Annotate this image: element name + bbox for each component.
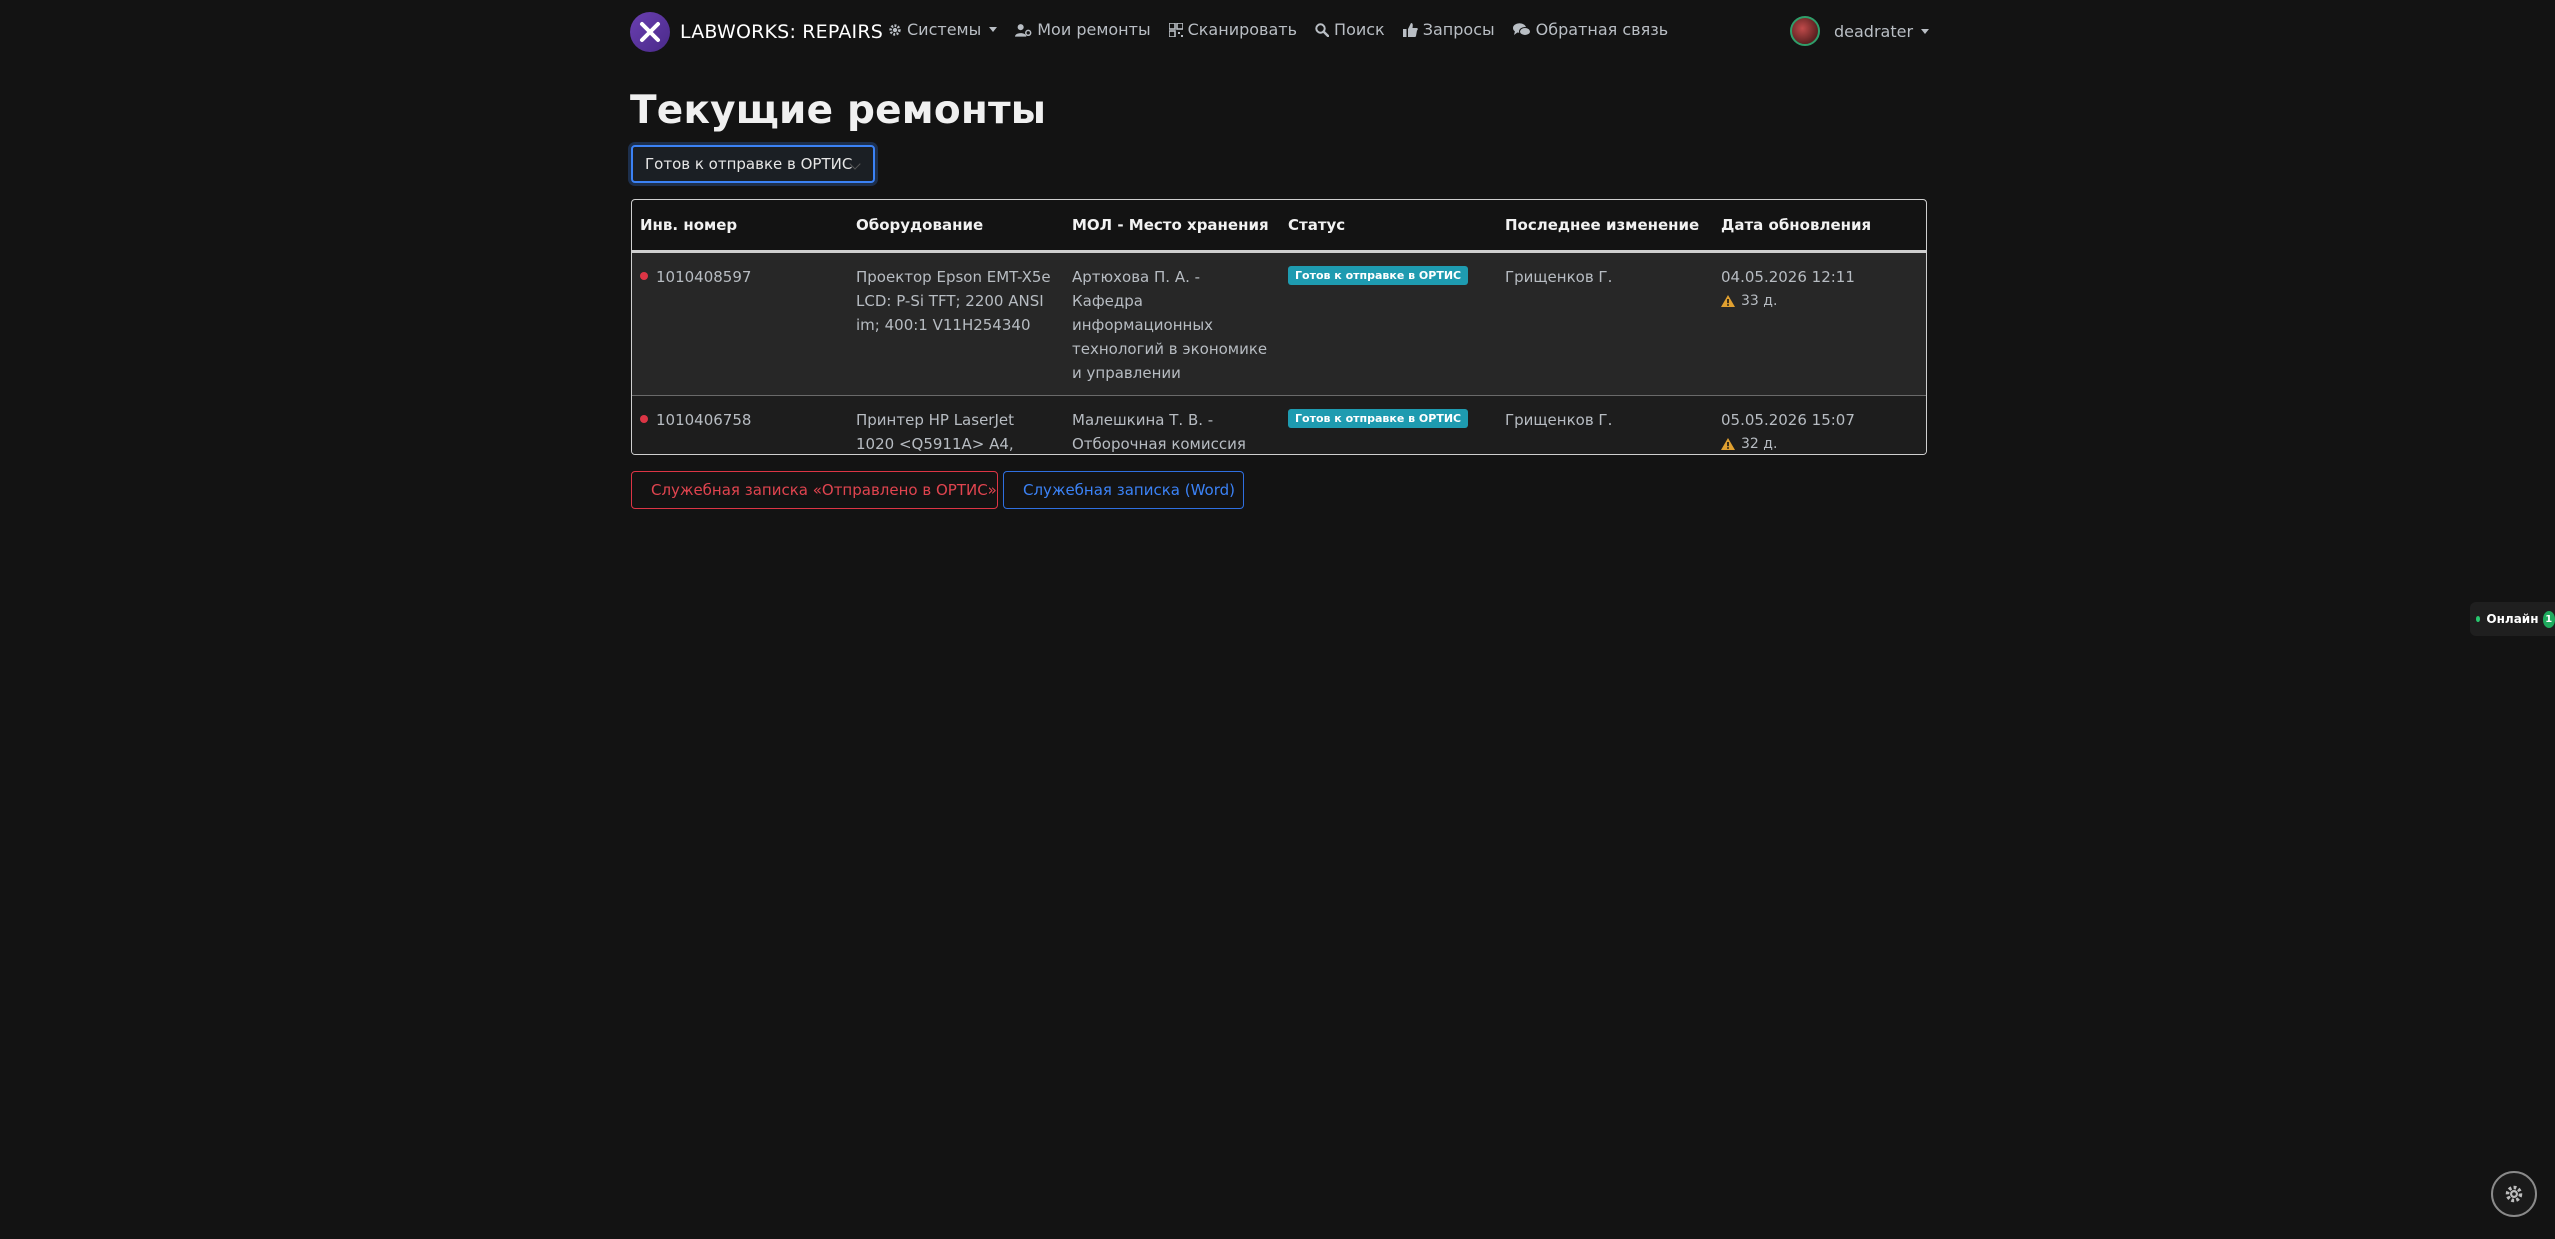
column-header-date[interactable]: Дата обновления: [1713, 200, 1926, 253]
table-header-row: Инв. номер Оборудование МОЛ - Место хран…: [632, 200, 1926, 253]
chevron-down-icon: [1921, 28, 1930, 34]
user-gear-icon: [1015, 23, 1032, 37]
page-title: Текущие ремонты: [630, 88, 1047, 133]
nav-item-scan[interactable]: Сканировать: [1168, 20, 1298, 39]
online-users-widget[interactable]: Онлайн 1: [2470, 602, 2555, 636]
username: deadrater: [1834, 21, 1914, 41]
cell-date: 04.05.2026 12:11 33 д.: [1713, 251, 1926, 396]
navbar: LABWORKS: REPAIRS Системы Мои ремонты Ск…: [630, 0, 1930, 64]
cell-changed-by: Грищенков Г.: [1497, 251, 1713, 396]
thumbs-up-icon: [1402, 22, 1418, 37]
inv-number[interactable]: 1010408597: [656, 268, 751, 286]
comments-icon: [1512, 22, 1531, 36]
nav-item-label: Мои ремонты: [1037, 20, 1151, 39]
gear-icon: [2505, 1185, 2523, 1203]
updated-date: 04.05.2026 12:11: [1721, 268, 1855, 286]
cell-inv: 1010408597: [632, 251, 848, 396]
nav-item-systems[interactable]: Системы: [888, 20, 998, 39]
user-menu[interactable]: deadrater: [1790, 16, 1930, 46]
qrcode-icon: [1168, 22, 1183, 37]
column-header-changed-by[interactable]: Последнее изменение: [1497, 200, 1713, 253]
cell-equipment: Принтер HP LaserJet 1020 <Q5911A> A4, 60…: [848, 395, 1064, 454]
status-filter-value: Готов к отправке в ОРТИС: [645, 155, 853, 173]
inv-number[interactable]: 1010406758: [656, 411, 751, 429]
memo-word-button[interactable]: Служебная записка (Word): [1003, 471, 1244, 509]
settings-button[interactable]: [2491, 1171, 2537, 1217]
chevron-down-icon: [989, 27, 998, 32]
online-count-badge: 1: [2542, 610, 2555, 628]
warning-icon: [1721, 438, 1735, 450]
column-header-inv[interactable]: Инв. номер: [632, 200, 848, 253]
cell-inv: 1010406758: [632, 395, 848, 454]
cell-status: Готов к отправке в ОРТИС: [1280, 251, 1497, 396]
cell-mol: Артюхова П. А. - Кафедра информационных …: [1064, 251, 1280, 396]
nav-item-label: Запросы: [1422, 20, 1495, 39]
nav-item-label: Обратная связь: [1535, 20, 1669, 39]
avatar: [1790, 16, 1820, 46]
updated-date: 05.05.2026 15:07: [1721, 411, 1855, 429]
table-row[interactable]: 1010408597 Проектор Epson EMT-X5e LCD: P…: [632, 251, 1926, 396]
nav-item-feedback[interactable]: Обратная связь: [1512, 20, 1669, 39]
memo-pdf-button[interactable]: Служебная записка «Отправлено в ОРТИС»: [631, 471, 998, 509]
gear-icon: [889, 23, 901, 36]
age-warning: 33 д.: [1721, 289, 1918, 313]
online-status-icon: [2476, 616, 2481, 622]
status-badge: Готов к отправке в ОРТИС: [1288, 266, 1469, 285]
app-title: LABWORKS: REPAIRS: [680, 21, 883, 43]
status-badge: Готов к отправке в ОРТИС: [1288, 409, 1469, 428]
cell-equipment: Проектор Epson EMT-X5e LCD: P-Si TFT; 22…: [848, 251, 1064, 396]
nav-item-label: Системы: [907, 20, 982, 39]
nav-item-requests[interactable]: Запросы: [1402, 20, 1495, 39]
warning-icon: [1721, 295, 1735, 307]
repairs-table: Инв. номер Оборудование МОЛ - Место хран…: [631, 199, 1927, 455]
age-text: 32 д.: [1741, 436, 1778, 452]
nav-item-my-repairs[interactable]: Мои ремонты: [1015, 20, 1151, 39]
age-text: 33 д.: [1741, 293, 1778, 309]
memo-pdf-label: Служебная записка «Отправлено в ОРТИС»: [651, 481, 997, 499]
cell-mol: Малешкина Т. В. - Отборочная комиссия: [1064, 395, 1280, 454]
app-logo-icon: [630, 12, 670, 52]
column-header-mol[interactable]: МОЛ - Место хранения: [1064, 200, 1280, 253]
cell-changed-by: Грищенков Г.: [1497, 395, 1713, 454]
cell-status: Готов к отправке в ОРТИС: [1280, 395, 1497, 454]
age-warning: 32 д.: [1721, 432, 1918, 454]
status-dot-icon: [640, 415, 648, 423]
status-filter-select[interactable]: Готов к отправке в ОРТИС: [631, 145, 875, 183]
nav-item-label: Сканировать: [1187, 20, 1298, 39]
nav-item-search[interactable]: Поиск: [1315, 20, 1385, 39]
nav-links: Системы Мои ремонты Сканировать Поиск За…: [888, 20, 1686, 39]
table-row[interactable]: 1010406758 Принтер HP LaserJet 1020 <Q59…: [632, 395, 1926, 454]
search-icon: [1315, 22, 1330, 37]
memo-word-label: Служебная записка (Word): [1023, 481, 1235, 499]
brand-link[interactable]: LABWORKS: REPAIRS: [630, 12, 883, 52]
nav-item-label: Поиск: [1334, 20, 1385, 39]
status-dot-icon: [640, 272, 648, 280]
online-label: Онлайн: [2486, 612, 2539, 626]
cell-date: 05.05.2026 15:07 32 д.: [1713, 395, 1926, 454]
column-header-equipment[interactable]: Оборудование: [848, 200, 1064, 253]
column-header-status[interactable]: Статус: [1280, 200, 1497, 253]
